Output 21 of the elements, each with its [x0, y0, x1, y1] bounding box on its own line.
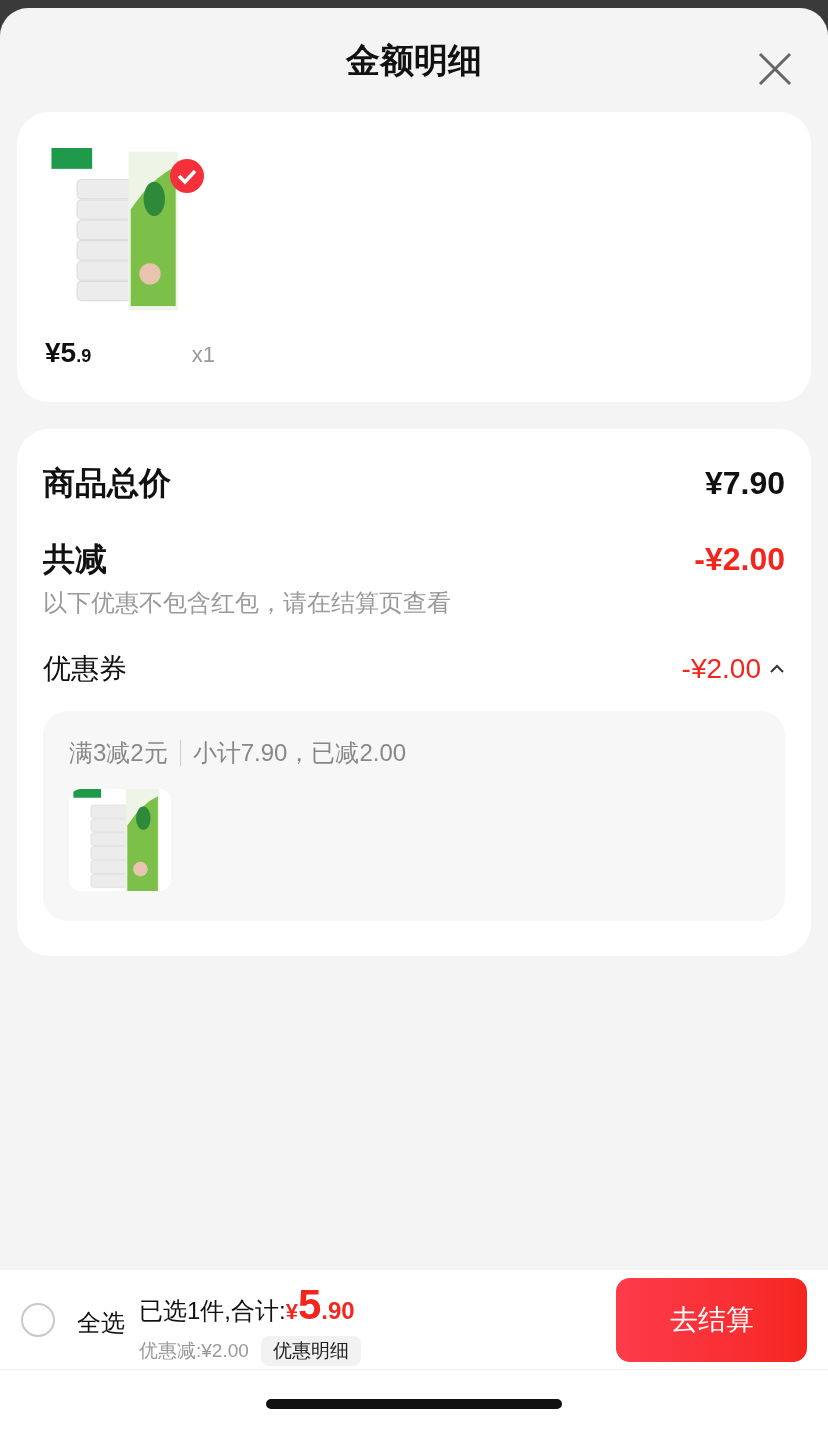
- coupon-subtotal: 小计7.90，已减2.00: [192, 738, 407, 768]
- total-label: 商品总价: [43, 464, 171, 503]
- coupon-toggle[interactable]: -¥2.00: [681, 648, 785, 690]
- discount-note: 以下优惠不包含红包，请在结算页查看: [43, 588, 452, 618]
- select-all-checkbox[interactable]: [21, 1302, 55, 1337]
- coupon-rule: 满3减2元: [69, 738, 168, 768]
- total-value: ¥7.90: [704, 464, 785, 503]
- discount-summary: 优惠减:¥2.00: [139, 1338, 249, 1363]
- close-icon[interactable]: [758, 52, 792, 86]
- discount-detail-button[interactable]: 优惠明细: [260, 1335, 361, 1367]
- checkout-button[interactable]: 去结算: [616, 1277, 807, 1362]
- selected-summary: 已选1件,合计:: [139, 1295, 286, 1326]
- coupon-label: 优惠券: [43, 652, 127, 686]
- discount-label: 共减: [43, 540, 107, 579]
- grand-total: ¥5.90: [285, 1279, 355, 1330]
- select-all-label[interactable]: 全选: [77, 1304, 125, 1341]
- item-quantity: x1: [191, 341, 215, 369]
- discount-value: -¥2.00: [694, 540, 785, 579]
- sheet-title: 金额明细: [346, 39, 482, 81]
- check-badge-icon[interactable]: [169, 158, 205, 194]
- item-price: ¥5.9: [45, 336, 92, 370]
